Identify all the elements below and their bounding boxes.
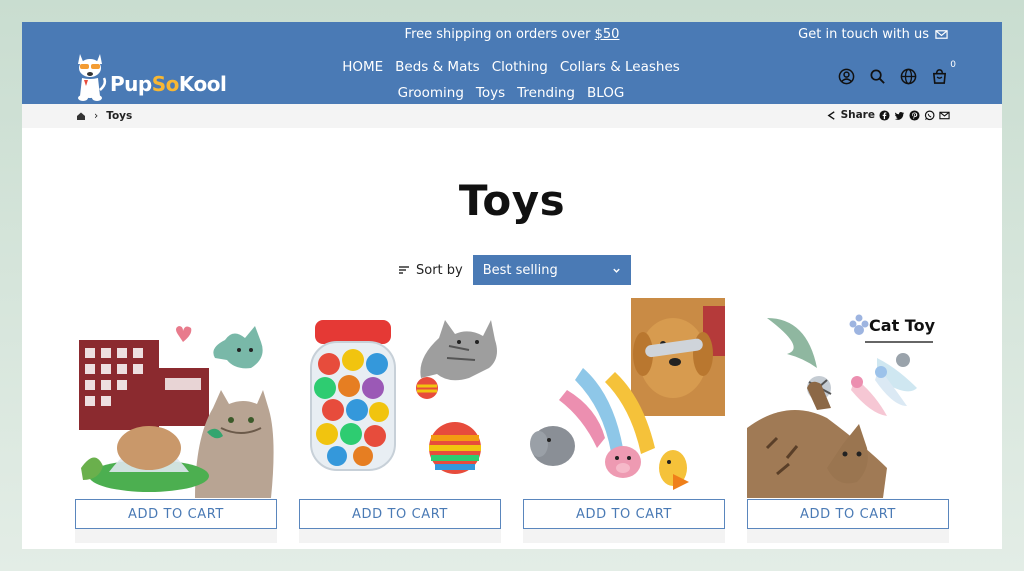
nav-toys[interactable]: Toys [476,85,505,101]
announcement-text: Free shipping on orders over [404,27,595,42]
nav-blog[interactable]: BLOG [587,85,624,101]
pinterest-icon[interactable] [909,109,920,121]
sort-control: Sort by Best selling [398,255,631,285]
nav-home[interactable]: HOME [342,59,383,75]
product-image[interactable] [75,298,277,498]
mail-icon [935,30,948,39]
sort-icon [399,266,409,274]
search-icon[interactable] [869,68,886,85]
product-image[interactable] [299,298,501,498]
contact-link[interactable]: Get in touch with us [798,27,948,42]
cart-icon [932,69,947,84]
globe-icon[interactable] [900,68,917,85]
logo-text-kool: Kool [178,72,227,96]
share-bar: Share [826,109,950,121]
nav-clothing[interactable]: Clothing [492,59,548,75]
rainbow-balls-jar-image [310,320,497,474]
product-image-caption: Cat Toy [869,316,935,335]
page-title: Toys [458,176,566,225]
card-footer [75,529,277,543]
breadcrumb-separator: › [94,110,99,122]
logo-text-pup: Pup [110,72,152,96]
home-icon[interactable] [76,111,86,121]
logo-text-so: So [151,72,180,96]
card-footer [747,529,949,543]
breadcrumb-bar: › Toys Share [22,104,1002,128]
share-label[interactable]: Share [841,109,875,121]
twitter-icon[interactable] [894,110,905,121]
header-actions: 0 [838,60,956,85]
dog-logo-icon [78,54,107,101]
catnip-toy-image [79,326,274,498]
product-card: ADD TO CART [75,298,277,543]
site-logo[interactable]: PupSoKool [74,50,227,102]
whatsapp-icon[interactable] [924,110,935,121]
sort-dropdown[interactable]: Best selling [472,255,631,285]
cart-button[interactable]: 0 [931,60,956,85]
site-header: Free shipping on orders over $50 Get in … [22,22,1002,104]
add-to-cart-button[interactable]: ADD TO CART [299,499,501,529]
nav-trending[interactable]: Trending [517,85,575,101]
cart-count-badge: 0 [950,60,956,70]
user-icon[interactable] [838,68,855,85]
contact-label: Get in touch with us [798,27,929,42]
chevron-down-icon [613,268,620,273]
plush-toys-image [530,298,725,490]
main-navigation: HOME Beds & Mats Clothing Collars & Leashes… [318,54,704,106]
product-card: ADD TO CART [523,298,725,543]
sort-label: Sort by [416,262,463,278]
add-to-cart-button[interactable]: ADD TO CART [523,499,725,529]
card-footer [523,529,725,543]
email-icon[interactable] [939,110,950,121]
free-shipping-link[interactable]: $50 [595,27,620,42]
product-card: ADD TO CART [299,298,501,543]
sort-selected-value: Best selling [482,262,558,278]
card-footer [299,529,501,543]
add-to-cart-button[interactable]: ADD TO CART [747,499,949,529]
browser-page: Free shipping on orders over $50 Get in … [22,22,1002,549]
product-image[interactable]: Cat Toy [747,298,949,498]
facebook-icon[interactable] [879,109,890,121]
nav-beds-mats[interactable]: Beds & Mats [395,59,480,75]
nav-collars-leashes[interactable]: Collars & Leashes [560,59,680,75]
breadcrumb-current: Toys [106,110,133,122]
breadcrumb: › Toys [76,110,132,122]
add-to-cart-button[interactable]: ADD TO CART [75,499,277,529]
product-card: Cat Toy ADD TO CART [747,298,949,543]
logo-wordmark: PupSoKool [110,72,227,96]
product-image[interactable] [523,298,725,498]
nav-grooming[interactable]: Grooming [398,85,464,101]
share-icon[interactable] [826,110,837,121]
